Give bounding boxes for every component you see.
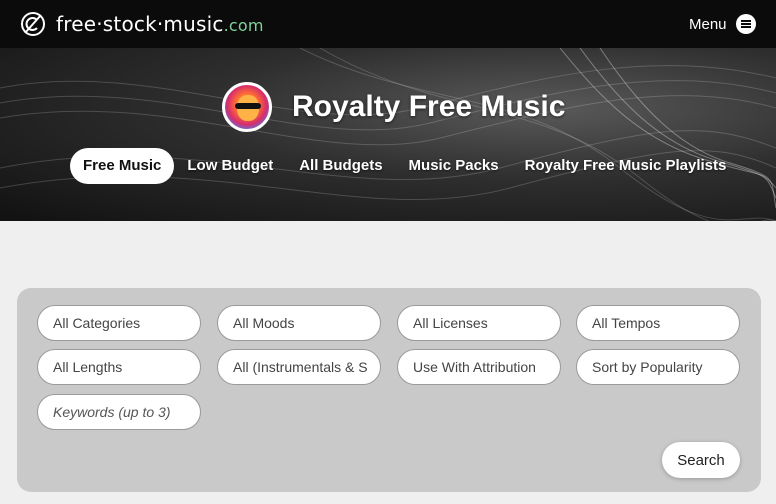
logo-text-tld: .com bbox=[223, 16, 264, 35]
tab-playlists[interactable]: Royalty Free Music Playlists bbox=[512, 148, 740, 184]
page-title: Royalty Free Music bbox=[292, 90, 566, 123]
tab-free-music[interactable]: Free Music bbox=[70, 148, 175, 184]
tab-music-packs[interactable]: Music Packs bbox=[396, 148, 512, 184]
tab-low-budget[interactable]: Low Budget bbox=[174, 148, 286, 184]
hero-banner: Royalty Free Music Free Music Low Budget… bbox=[0, 48, 776, 221]
no-copyright-icon[interactable] bbox=[20, 11, 46, 37]
menu-label[interactable]: Menu bbox=[689, 16, 727, 33]
sort-select[interactable]: Sort by Popularity bbox=[576, 349, 740, 385]
top-navigation-bar: free·stock·music.com Menu bbox=[0, 0, 776, 48]
tab-all-budgets[interactable]: All Budgets bbox=[286, 148, 395, 184]
budget-tabs: Free Music Low Budget All Budgets Music … bbox=[70, 148, 739, 184]
licenses-select[interactable]: All Licenses bbox=[397, 305, 561, 341]
hamburger-circle-icon[interactable] bbox=[736, 14, 756, 34]
categories-select[interactable]: All Categories bbox=[37, 305, 201, 341]
attribution-select[interactable]: Use With Attribution bbox=[397, 349, 561, 385]
logo-text-main: free·stock·music bbox=[56, 12, 224, 36]
instrumentals-select[interactable]: All (Instrumentals & S bbox=[217, 349, 381, 385]
keywords-input[interactable]: Keywords (up to 3) bbox=[37, 394, 201, 430]
moods-select[interactable]: All Moods bbox=[217, 305, 381, 341]
hero-background-waves bbox=[0, 48, 776, 221]
lengths-select[interactable]: All Lengths bbox=[37, 349, 201, 385]
site-logo[interactable]: free·stock·music.com bbox=[56, 12, 264, 36]
tempos-select[interactable]: All Tempos bbox=[576, 305, 740, 341]
search-button[interactable]: Search bbox=[662, 442, 740, 478]
avatar bbox=[222, 82, 272, 132]
